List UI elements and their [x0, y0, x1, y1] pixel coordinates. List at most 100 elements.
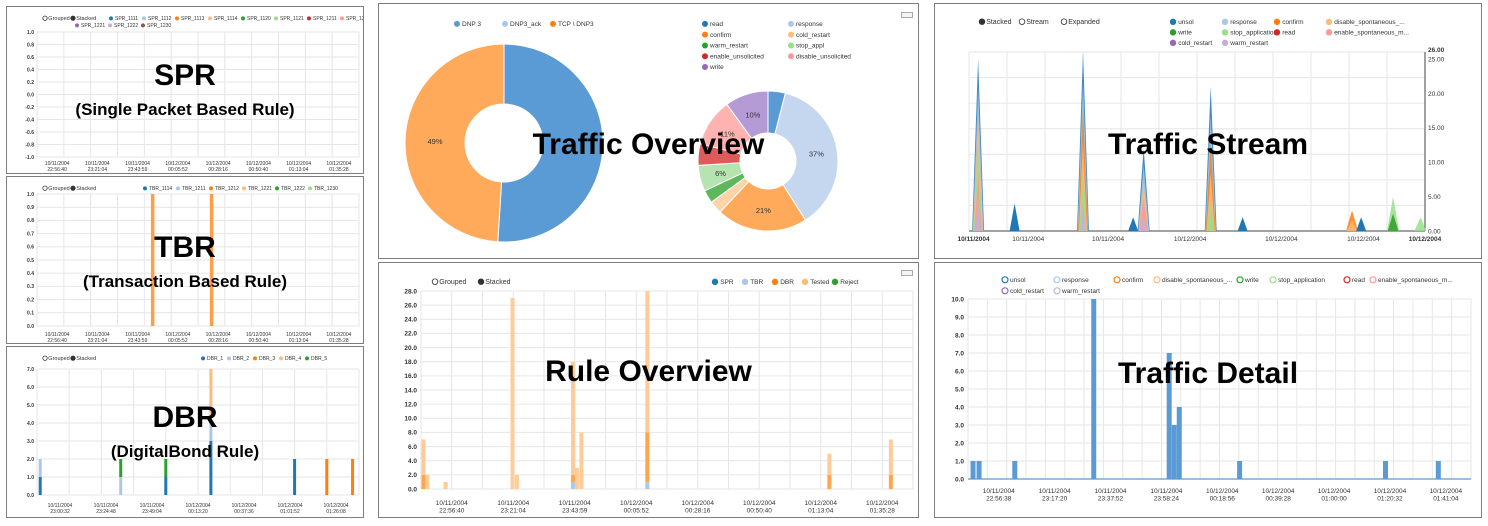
- traffic-detail-legend-dot[interactable]: [1113, 276, 1121, 284]
- traffic-detail-bar[interactable]: [976, 461, 982, 479]
- traffic-overview-left-legend-dot[interactable]: [502, 20, 508, 27]
- traffic-overview-right-legend-dot[interactable]: [702, 20, 708, 27]
- spr-legend-dot[interactable]: [340, 16, 344, 21]
- traffic-stream-legend-dot[interactable]: [1169, 18, 1177, 26]
- dbr-mode-radio[interactable]: [42, 355, 48, 361]
- traffic-detail-bar[interactable]: [1166, 353, 1172, 479]
- traffic-detail-bar[interactable]: [1091, 299, 1097, 479]
- rule-overview-legend-dot[interactable]: [831, 278, 839, 286]
- spr-legend-dot[interactable]: [208, 16, 212, 21]
- rule-overview-bar-segment[interactable]: [510, 298, 515, 489]
- traffic-stream-mode-radio[interactable]: [978, 18, 986, 25]
- rule-overview-bar-segment[interactable]: [443, 481, 448, 489]
- traffic-overview-right-legend-dot[interactable]: [702, 31, 708, 38]
- traffic-detail-legend-dot[interactable]: [1369, 276, 1377, 284]
- tbr-legend-dot[interactable]: [143, 186, 147, 191]
- traffic-detail-bar[interactable]: [1012, 461, 1018, 479]
- traffic-stream-area[interactable]: [1356, 217, 1367, 231]
- dbr-bar-segment[interactable]: [209, 441, 213, 495]
- traffic-detail-legend-dot[interactable]: [1236, 276, 1244, 284]
- tbr-mode-radio[interactable]: [42, 185, 48, 191]
- rule-overview-bar-segment[interactable]: [579, 432, 584, 489]
- dbr-bar-segment[interactable]: [38, 459, 42, 477]
- traffic-detail-bar[interactable]: [1435, 461, 1441, 479]
- traffic-overview-right-legend-dot[interactable]: [702, 53, 708, 60]
- dbr-bar-segment[interactable]: [209, 423, 213, 441]
- traffic-stream-legend-dot[interactable]: [1221, 29, 1229, 36]
- rule-overview-bar-segment[interactable]: [888, 474, 893, 489]
- traffic-stream-legend-dot[interactable]: [1325, 29, 1333, 36]
- traffic-detail-legend-dot[interactable]: [1053, 287, 1061, 295]
- dbr-legend-dot[interactable]: [253, 356, 257, 361]
- traffic-stream-area[interactable]: [1128, 217, 1139, 231]
- traffic-detail-bar[interactable]: [1171, 425, 1177, 479]
- spr-mode-radio[interactable]: [70, 15, 76, 21]
- traffic-stream-legend-dot[interactable]: [1221, 39, 1229, 47]
- rule-overview-bar-segment[interactable]: [425, 474, 430, 489]
- traffic-stream-legend-dot[interactable]: [1169, 29, 1177, 36]
- traffic-detail-legend-dot[interactable]: [1053, 276, 1061, 284]
- traffic-detail-legend-dot[interactable]: [1269, 276, 1277, 284]
- traffic-overview-left-slice[interactable]: [497, 43, 604, 243]
- dbr-legend-dot[interactable]: [279, 356, 283, 361]
- rule-overview-bar-segment[interactable]: [421, 474, 426, 489]
- spr-mode-radio[interactable]: [42, 15, 48, 21]
- tbr-legend-dot[interactable]: [242, 186, 246, 191]
- rule-overview-legend-dot[interactable]: [801, 278, 809, 286]
- dbr-bar-segment[interactable]: [209, 369, 213, 423]
- rule-overview-bar-segment[interactable]: [571, 474, 576, 482]
- spr-legend-dot[interactable]: [307, 16, 311, 21]
- dbr-bar-segment[interactable]: [164, 477, 168, 495]
- rule-overview-bar-segment[interactable]: [514, 474, 519, 489]
- tbr-bar[interactable]: [150, 194, 155, 326]
- traffic-overview-right-legend-dot[interactable]: [788, 20, 794, 27]
- rule-overview-bar-segment[interactable]: [645, 291, 650, 433]
- spr-legend-dot[interactable]: [75, 23, 79, 28]
- spr-legend-dot[interactable]: [274, 16, 278, 21]
- traffic-overview-left-legend-dot[interactable]: [454, 20, 460, 27]
- tbr-bar[interactable]: [209, 194, 214, 326]
- rule-overview-bar-segment[interactable]: [421, 439, 426, 475]
- spr-legend-dot[interactable]: [108, 23, 112, 28]
- traffic-overview-left-slice[interactable]: [404, 43, 505, 243]
- traffic-detail-legend-dot[interactable]: [1001, 276, 1009, 284]
- rule-overview-bar-segment[interactable]: [645, 481, 650, 489]
- traffic-overview-left-legend-dot[interactable]: [550, 20, 556, 27]
- traffic-stream-legend-dot[interactable]: [1273, 29, 1281, 36]
- traffic-detail-legend-dot[interactable]: [1001, 287, 1009, 295]
- rule-overview-mode-radio[interactable]: [477, 278, 485, 285]
- dbr-bar-segment[interactable]: [293, 459, 297, 495]
- spr-legend-dot[interactable]: [142, 16, 146, 21]
- rule-overview-bar-segment[interactable]: [571, 361, 576, 475]
- tbr-mode-radio[interactable]: [70, 185, 76, 191]
- traffic-detail-bar[interactable]: [970, 461, 976, 479]
- traffic-overview-right-legend-dot[interactable]: [788, 53, 794, 60]
- dbr-legend-dot[interactable]: [227, 356, 231, 361]
- traffic-stream-mode-radio[interactable]: [1018, 18, 1026, 25]
- rule-overview-bar-segment[interactable]: [571, 481, 576, 489]
- rule-overview-bar-segment[interactable]: [645, 432, 650, 482]
- rule-overview-bar-segment[interactable]: [827, 453, 832, 475]
- spr-legend-dot[interactable]: [109, 16, 113, 21]
- rule-overview-legend-dot[interactable]: [711, 278, 719, 286]
- dbr-bar-segment[interactable]: [351, 459, 355, 495]
- traffic-detail-bar[interactable]: [1237, 461, 1243, 479]
- rule-overview-legend-dot[interactable]: [741, 278, 749, 286]
- traffic-overview-right-legend-dot[interactable]: [702, 64, 708, 71]
- dbr-bar-segment[interactable]: [119, 477, 123, 495]
- traffic-detail-bar[interactable]: [1382, 461, 1388, 479]
- dbr-mode-radio[interactable]: [70, 355, 76, 361]
- traffic-stream-area[interactable]: [1009, 203, 1020, 231]
- traffic-stream-legend-dot[interactable]: [1325, 18, 1333, 26]
- dbr-legend-dot[interactable]: [201, 356, 205, 361]
- traffic-stream-legend-dot[interactable]: [1221, 18, 1229, 26]
- tbr-legend-dot[interactable]: [176, 186, 180, 191]
- traffic-detail-bar[interactable]: [1176, 407, 1182, 479]
- traffic-stream-mode-radio[interactable]: [1060, 18, 1068, 25]
- rule-overview-legend-dot[interactable]: [771, 278, 779, 286]
- spr-legend-dot[interactable]: [141, 23, 145, 28]
- tbr-legend-dot[interactable]: [308, 186, 312, 191]
- traffic-stream-legend-dot[interactable]: [1169, 39, 1177, 47]
- traffic-stream-legend-dot[interactable]: [1273, 18, 1281, 26]
- maximize-button[interactable]: [901, 270, 913, 276]
